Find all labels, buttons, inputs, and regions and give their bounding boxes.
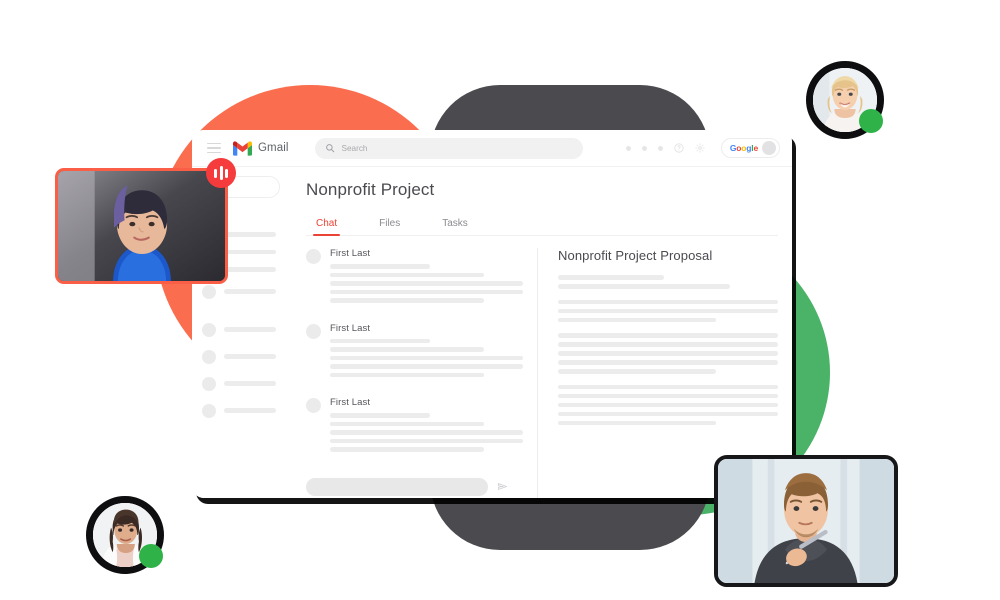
account-avatar-icon[interactable] xyxy=(762,141,776,155)
sidebar-contact-line xyxy=(224,354,276,359)
chat-skeleton-line xyxy=(330,421,485,426)
sidebar-contact-row[interactable] xyxy=(202,322,292,337)
chat-skeleton-line xyxy=(330,447,485,452)
contact-avatar-icon xyxy=(202,322,216,337)
contact-avatar-icon xyxy=(202,376,216,391)
gmail-app-window: Gmail Search Google Nonprofit Project Ch… xyxy=(192,130,792,498)
chat-skeleton-line xyxy=(330,281,523,286)
contact-avatar-icon xyxy=(202,349,216,364)
tab-files[interactable]: Files xyxy=(379,218,400,235)
video-tile-left[interactable] xyxy=(55,168,228,284)
document-title: Nonprofit Project Proposal xyxy=(558,248,713,263)
document-paragraph xyxy=(558,275,778,289)
video-participant-icon xyxy=(718,459,894,583)
doc-skeleton-line xyxy=(558,420,717,425)
google-account-badge[interactable]: Google xyxy=(720,138,780,158)
chat-message-author: First Last xyxy=(330,248,371,259)
contact-avatar-icon xyxy=(202,284,216,299)
chat-message-author: First Last xyxy=(330,322,371,334)
gear-icon[interactable] xyxy=(695,143,705,153)
doc-skeleton-line xyxy=(558,360,778,365)
doc-skeleton-line xyxy=(558,402,778,407)
page-title: Nonprofit Project xyxy=(306,180,435,199)
sidebar-contact-row[interactable] xyxy=(202,284,292,299)
chat-skeleton-line xyxy=(330,372,485,377)
hamburger-icon[interactable] xyxy=(207,140,221,157)
help-circle-icon[interactable] xyxy=(674,143,684,153)
search-input[interactable]: Search xyxy=(314,137,583,159)
chat-skeleton-line xyxy=(330,355,523,360)
search-placeholder: Search xyxy=(341,143,368,153)
video-participant-icon xyxy=(58,171,225,281)
message-composer xyxy=(306,472,523,499)
composition-stage: Gmail Search Google Nonprofit Project Ch… xyxy=(0,0,1000,600)
doc-skeleton-line xyxy=(558,275,664,280)
sidebar-contact-line xyxy=(224,327,276,332)
document-paragraph xyxy=(558,384,778,425)
send-paper-plane-icon[interactable] xyxy=(497,481,508,492)
chat-skeleton-line xyxy=(330,364,523,369)
chat-message[interactable]: First Last xyxy=(306,248,523,307)
doc-skeleton-line xyxy=(558,369,717,374)
app-body: Nonprofit Project Chat Files Tasks First… xyxy=(192,167,792,498)
sidebar-contact-line xyxy=(224,289,276,294)
chat-skeleton-line xyxy=(330,438,523,443)
chat-skeleton-line xyxy=(330,289,523,294)
gmail-brand-label: Gmail xyxy=(258,142,289,154)
header-dot-1[interactable] xyxy=(625,145,631,151)
header-actions: Google xyxy=(625,138,780,158)
chat-skeleton-line xyxy=(330,347,485,352)
chat-skeleton-line xyxy=(330,430,523,435)
status-badge-online xyxy=(859,109,883,133)
participant-avatar-bottom-left[interactable] xyxy=(86,496,164,574)
tab-bar: Chat Files Tasks xyxy=(306,218,778,236)
sidebar-contact-row[interactable] xyxy=(202,403,292,418)
message-input[interactable] xyxy=(306,477,488,496)
google-wordmark: Google xyxy=(729,143,758,153)
chat-skeleton-line xyxy=(330,338,431,343)
doc-skeleton-line xyxy=(558,308,778,313)
doc-skeleton-line xyxy=(558,317,717,322)
sidebar-contact-row[interactable] xyxy=(202,376,292,391)
app-header: Gmail Search Google xyxy=(192,130,792,167)
tab-tasks[interactable]: Tasks xyxy=(442,218,468,235)
document-paragraph xyxy=(558,333,778,374)
doc-skeleton-line xyxy=(558,393,778,398)
main-content: Nonprofit Project Chat Files Tasks First… xyxy=(292,167,792,498)
chat-skeleton-line xyxy=(330,413,431,418)
chat-skeleton-line xyxy=(330,298,485,303)
search-icon xyxy=(325,144,334,153)
chat-skeleton-line xyxy=(330,264,431,269)
status-badge-online xyxy=(139,544,163,568)
doc-skeleton-line xyxy=(558,384,778,389)
audio-bars-icon[interactable] xyxy=(206,158,236,188)
doc-skeleton-line xyxy=(558,411,778,416)
tab-chat[interactable]: Chat xyxy=(312,218,341,236)
sidebar-contact-line xyxy=(224,381,276,386)
sidebar-contact-line xyxy=(224,408,276,413)
header-dot-3[interactable] xyxy=(657,145,663,151)
doc-skeleton-line xyxy=(558,299,778,304)
doc-skeleton-line xyxy=(558,342,778,347)
chat-message-author: First Last xyxy=(330,397,371,408)
doc-skeleton-line xyxy=(558,333,778,338)
document-paragraph xyxy=(558,299,778,322)
gmail-brand[interactable]: Gmail xyxy=(233,140,289,156)
doc-skeleton-line xyxy=(558,351,778,356)
chat-message[interactable]: First Last xyxy=(306,397,523,456)
contact-avatar-icon xyxy=(306,249,321,264)
contact-avatar-icon xyxy=(306,398,321,413)
chat-skeleton-line xyxy=(330,272,485,277)
participant-avatar-top-right[interactable] xyxy=(806,61,884,139)
header-dot-2[interactable] xyxy=(641,145,647,151)
chat-message[interactable]: First Last xyxy=(306,323,523,382)
contact-avatar-icon xyxy=(202,403,216,418)
chat-pane: First Last First Last First Last xyxy=(306,248,538,498)
content-panes: First Last First Last First Last Nonprof… xyxy=(306,236,778,498)
contact-avatar-icon xyxy=(306,323,321,339)
video-tile-right[interactable] xyxy=(714,455,898,587)
doc-skeleton-line xyxy=(558,284,730,289)
sidebar-contact-row[interactable] xyxy=(202,349,292,364)
gmail-m-logo-icon xyxy=(233,140,252,156)
